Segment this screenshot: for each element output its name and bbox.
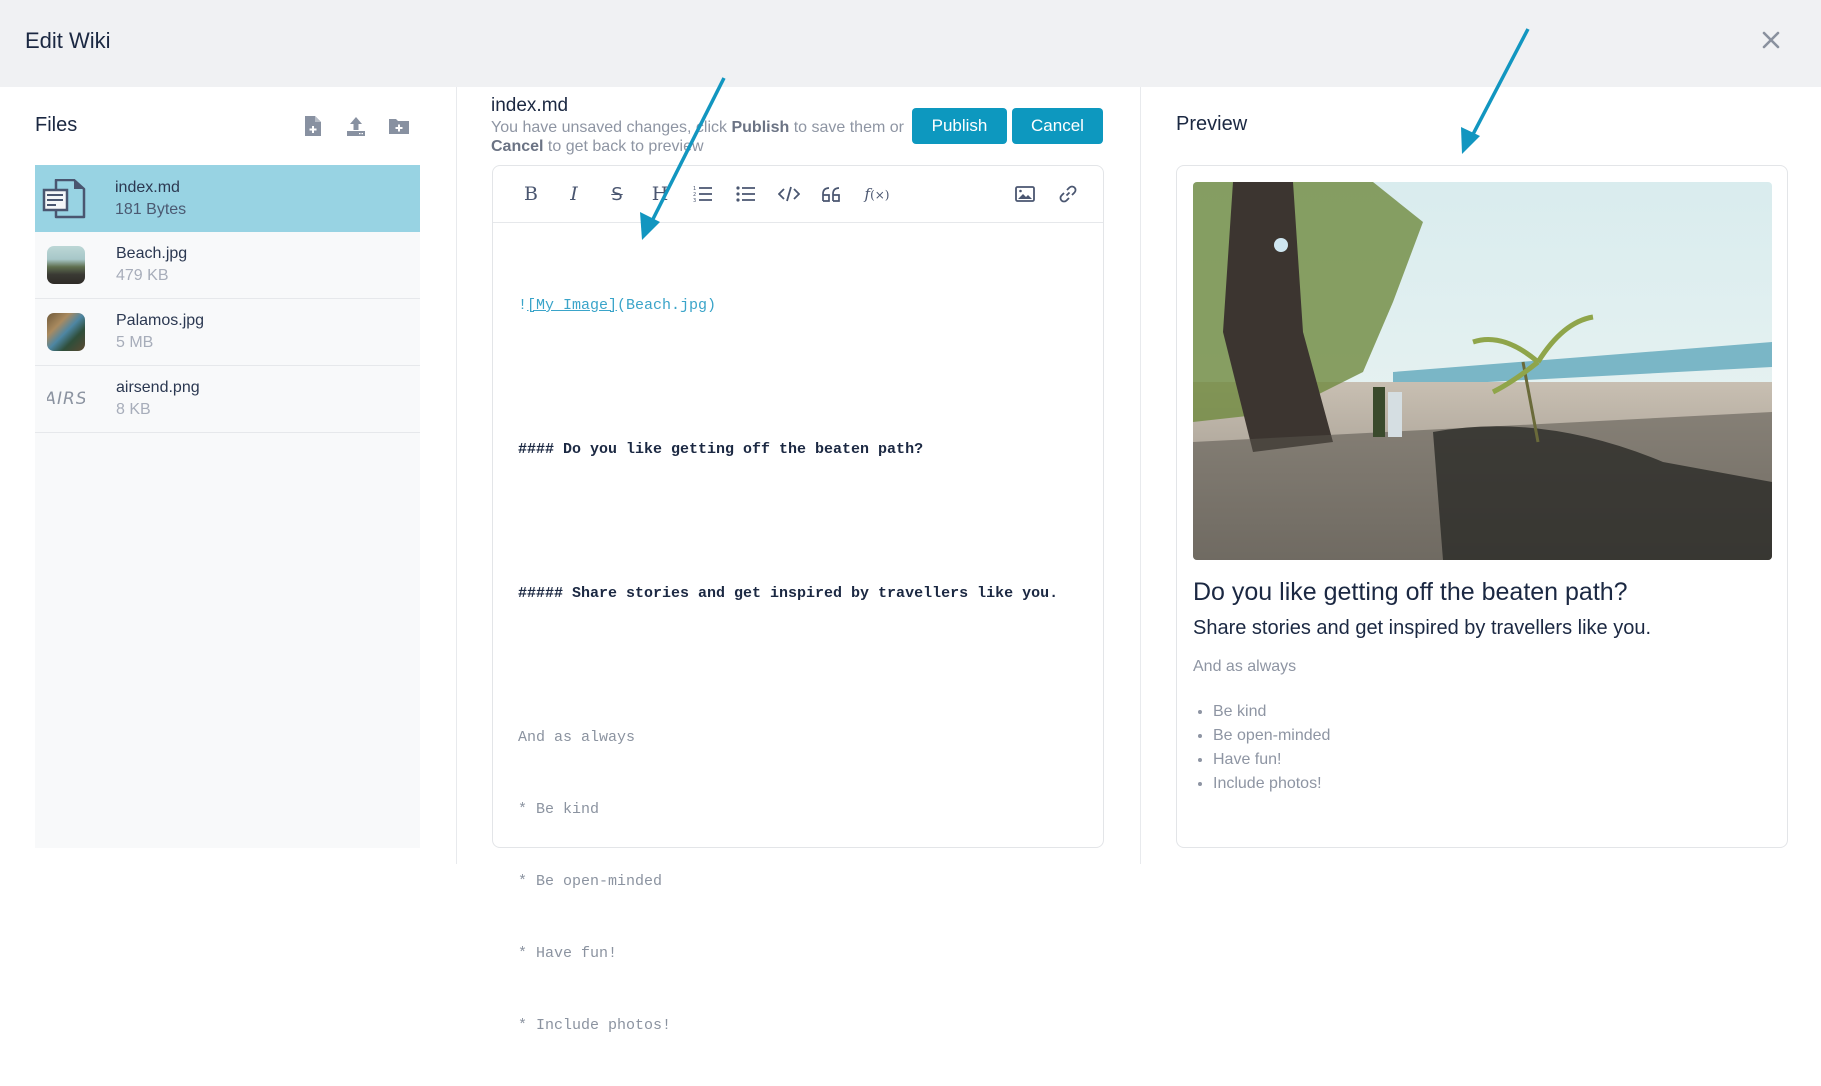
unordered-list-icon [736,186,755,202]
close-icon [1762,31,1780,49]
code-line-bullet: * Include photos! [518,1017,672,1034]
link-icon [1059,185,1077,203]
preview-card: Do you like getting off the beaten path?… [1176,165,1788,848]
preview-heading: Preview [1176,113,1248,135]
heading-button[interactable]: H [646,180,674,208]
preview-list-item: Be open-minded [1213,724,1330,748]
bold-button[interactable]: B [517,180,545,208]
new-file-button[interactable] [302,115,324,137]
cancel-button[interactable]: Cancel [1012,108,1103,144]
unordered-list-button[interactable] [732,180,760,208]
file-name: index.md [115,178,180,196]
preview-h5: Share stories and get inspired by travel… [1193,617,1652,639]
files-panel: Files index.md 181 Bytes Beach.jpg 479 K… [0,87,456,864]
file-name: Palamos.jpg [116,312,205,329]
editor-toolbar: B I S H 1 2 3 f(×) [493,166,1103,223]
formula-icon: f(×) [864,185,890,203]
notice-cancel: Cancel [491,138,544,155]
notice-text: to get back to preview [543,138,704,155]
italic-button[interactable]: I [560,180,588,208]
notice-text: to save them or [789,119,904,136]
image-icon [1015,186,1035,202]
image-thumbnail: AIRS [47,389,85,409]
file-plus-icon [305,116,321,136]
code-line-h5: ##### Share stories and get inspired by … [518,585,1059,602]
files-actions [302,115,410,137]
svg-text:3: 3 [693,198,696,203]
preview-paragraph: And as always [1193,658,1297,675]
image-thumbnail [47,246,85,284]
upload-icon [347,117,365,136]
quote-icon [822,187,840,202]
code-button[interactable] [775,180,803,208]
markdown-editor[interactable]: B I S H 1 2 3 f(×) ![My Image](Beach.jpg… [492,165,1104,1034]
quote-button[interactable] [818,180,846,208]
modal-header: Edit Wiki [0,0,1821,87]
preview-h4: Do you like getting off the beaten path? [1193,578,1628,606]
image-src: (Beach.jpg) [617,297,717,314]
bold-icon: B [524,183,538,205]
editor-panel: index.md You have unsaved changes, click… [456,87,1140,1034]
upload-button[interactable] [345,115,367,137]
preview-list-item: Include photos! [1213,772,1330,796]
new-folder-button[interactable] [388,115,410,137]
ordered-list-button[interactable]: 1 2 3 [689,180,717,208]
image-thumbnail [47,313,85,351]
strikethrough-icon: S [611,183,623,205]
file-size: 5 MB [116,334,154,351]
close-button[interactable] [1757,26,1785,54]
files-heading: Files [35,114,78,136]
notice-publish: Publish [731,119,790,136]
preview-list-item: Have fun! [1213,748,1330,772]
preview-list-item: Be kind [1213,700,1330,724]
code-line-image: ![My Image](Beach.jpg) [518,294,1078,318]
preview-panel: Preview Do you like getting off the beat… [1140,87,1821,864]
insert-image-button[interactable] [1011,180,1039,208]
code-icon [778,186,800,202]
image-alt-text: [My Image] [527,297,618,314]
code-line-h4: #### Do you like getting off the beaten … [518,441,924,458]
file-list: index.md 181 Bytes Beach.jpg 479 KB Pala… [35,165,420,848]
folder-plus-icon [389,119,409,134]
unsaved-notice: You have unsaved changes, click Publish … [491,118,911,156]
file-item-beach-jpg[interactable]: Beach.jpg 479 KB [35,232,420,299]
insert-link-button[interactable] [1054,180,1082,208]
preview-image [1193,182,1772,560]
preview-list: Be kind Be open-minded Have fun! Include… [1213,700,1330,796]
file-size: 479 KB [116,267,169,284]
code-line-bullet: * Have fun! [518,945,618,962]
formula-button[interactable]: f(×) [861,180,893,208]
heading-icon: H [651,183,669,205]
ordered-list-icon: 1 2 3 [693,186,712,203]
code-line-paragraph: And as always [518,729,636,746]
code-line-bullet: * Be open-minded [518,873,663,890]
document-icon [42,176,88,222]
editor-filename: index.md [491,95,569,116]
file-item-airsend-png[interactable]: AIRS airsend.png 8 KB [35,366,420,433]
file-item-index-md[interactable]: index.md 181 Bytes [35,165,420,232]
markdown-source[interactable]: ![My Image](Beach.jpg) #### Do you like … [518,246,1078,1086]
strikethrough-button[interactable]: S [603,180,631,208]
image-bang: ! [518,297,528,314]
file-name: Beach.jpg [116,245,188,262]
notice-text: You have unsaved changes, click [491,119,732,136]
modal-title: Edit Wiki [25,28,111,53]
italic-icon: I [570,183,578,205]
file-name: airsend.png [116,379,200,396]
file-size: 8 KB [116,401,151,418]
file-size: 181 Bytes [115,200,187,218]
file-item-palamos-jpg[interactable]: Palamos.jpg 5 MB [35,299,420,366]
code-line-bullet: * Be kind [518,801,600,818]
publish-button[interactable]: Publish [912,108,1007,144]
